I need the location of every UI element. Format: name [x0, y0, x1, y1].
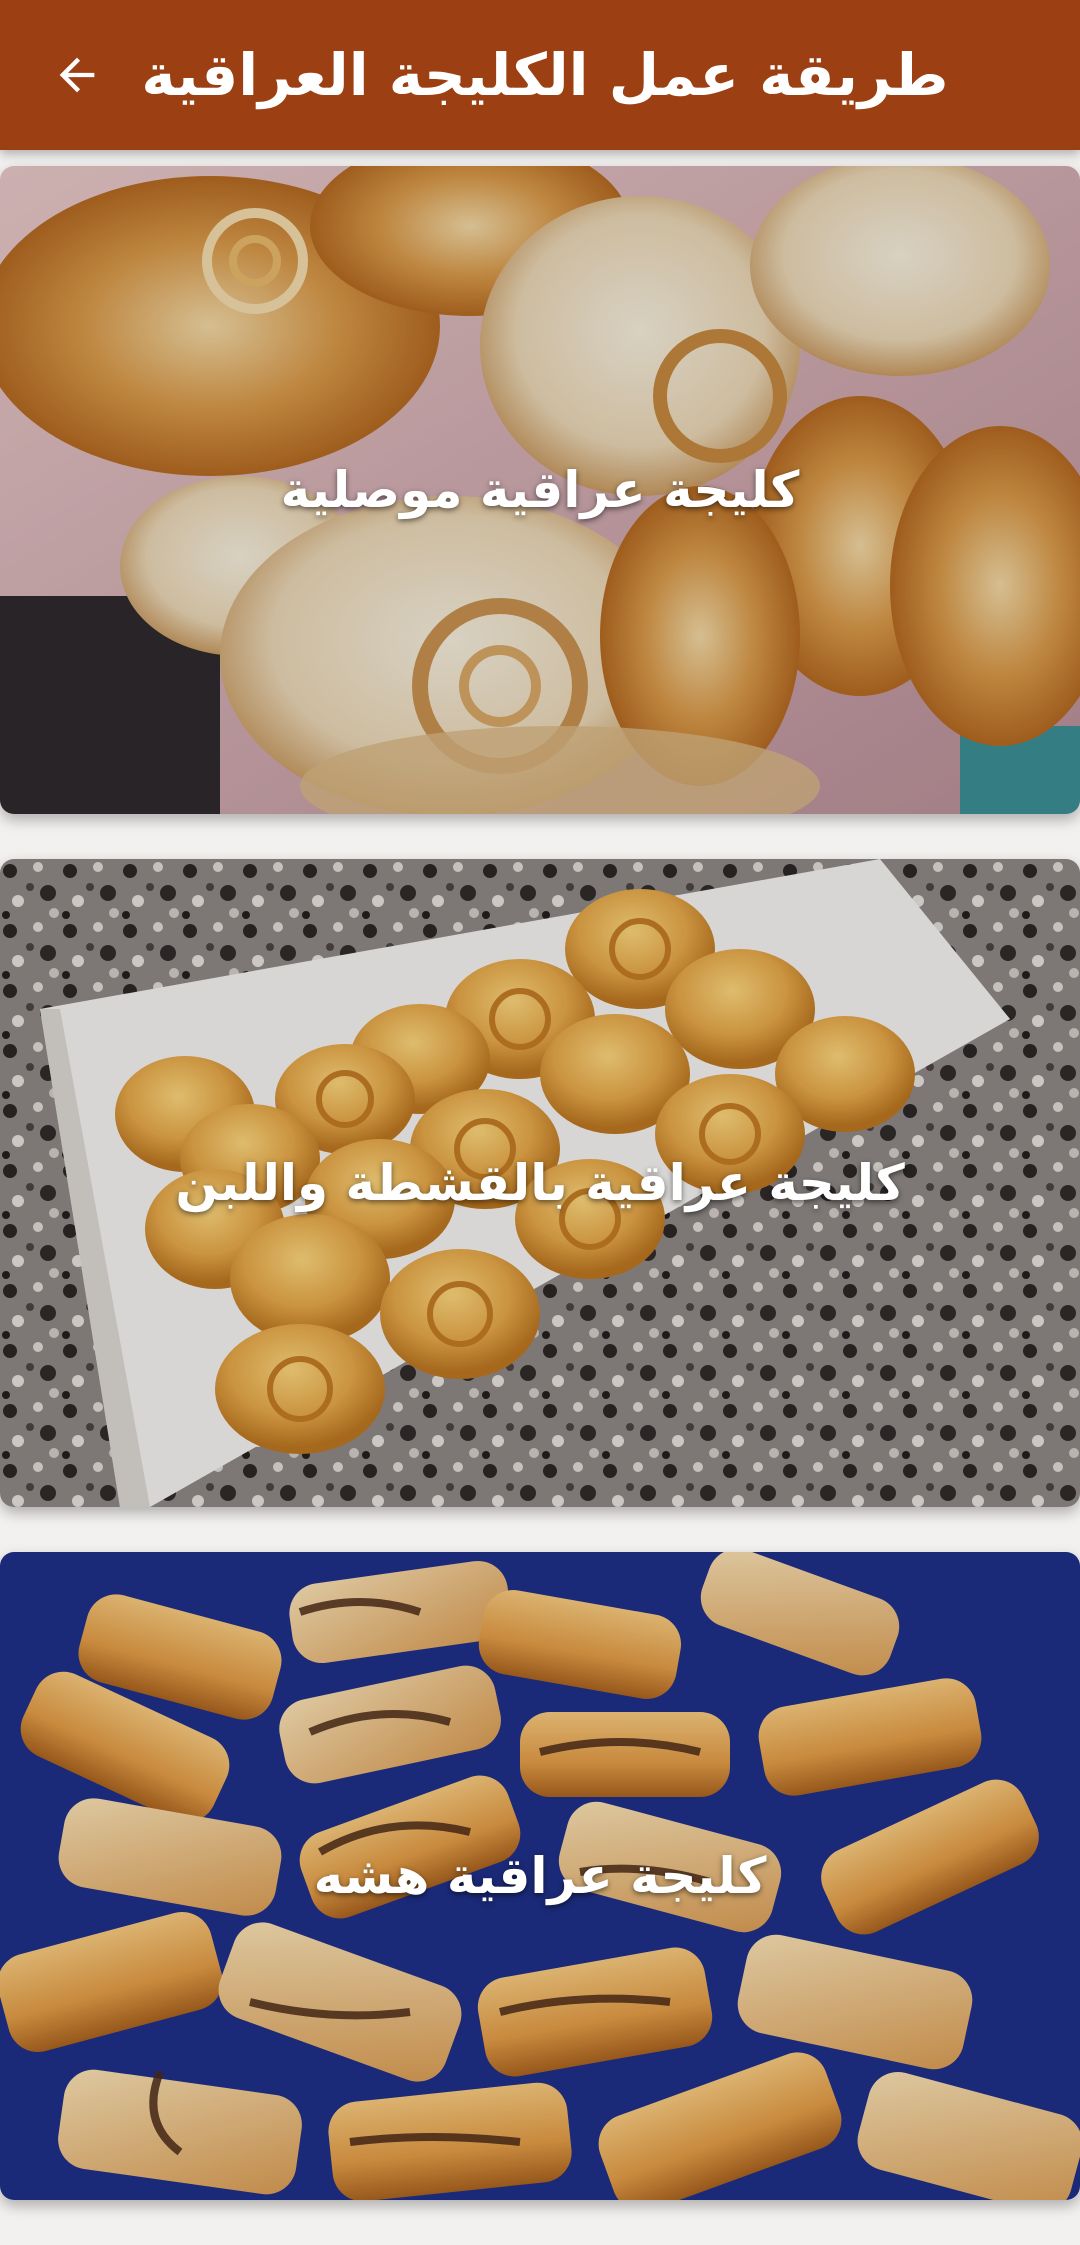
back-button[interactable] [32, 30, 122, 120]
page-title: طريقة عمل الكليجة العراقية [141, 41, 949, 109]
recipe-title: كليجة عراقية بالقشطة واللبن [175, 1154, 905, 1212]
app-bar: طريقة عمل الكليجة العراقية [0, 0, 1080, 150]
recipe-card[interactable]: كليجة عراقية بالقشطة واللبن [0, 859, 1080, 1507]
recipe-list: كليجة عراقية موصلية كليجة عراقية بالقشطة… [0, 166, 1080, 2245]
recipe-card[interactable]: كليجة عراقية هشه [0, 1552, 1080, 2200]
recipe-card[interactable]: كليجة عراقية موصلية [0, 166, 1080, 814]
arrow-back-icon [59, 57, 95, 93]
recipe-title: كليجة عراقية موصلية [280, 461, 800, 519]
recipe-title: كليجة عراقية هشه [313, 1847, 767, 1905]
